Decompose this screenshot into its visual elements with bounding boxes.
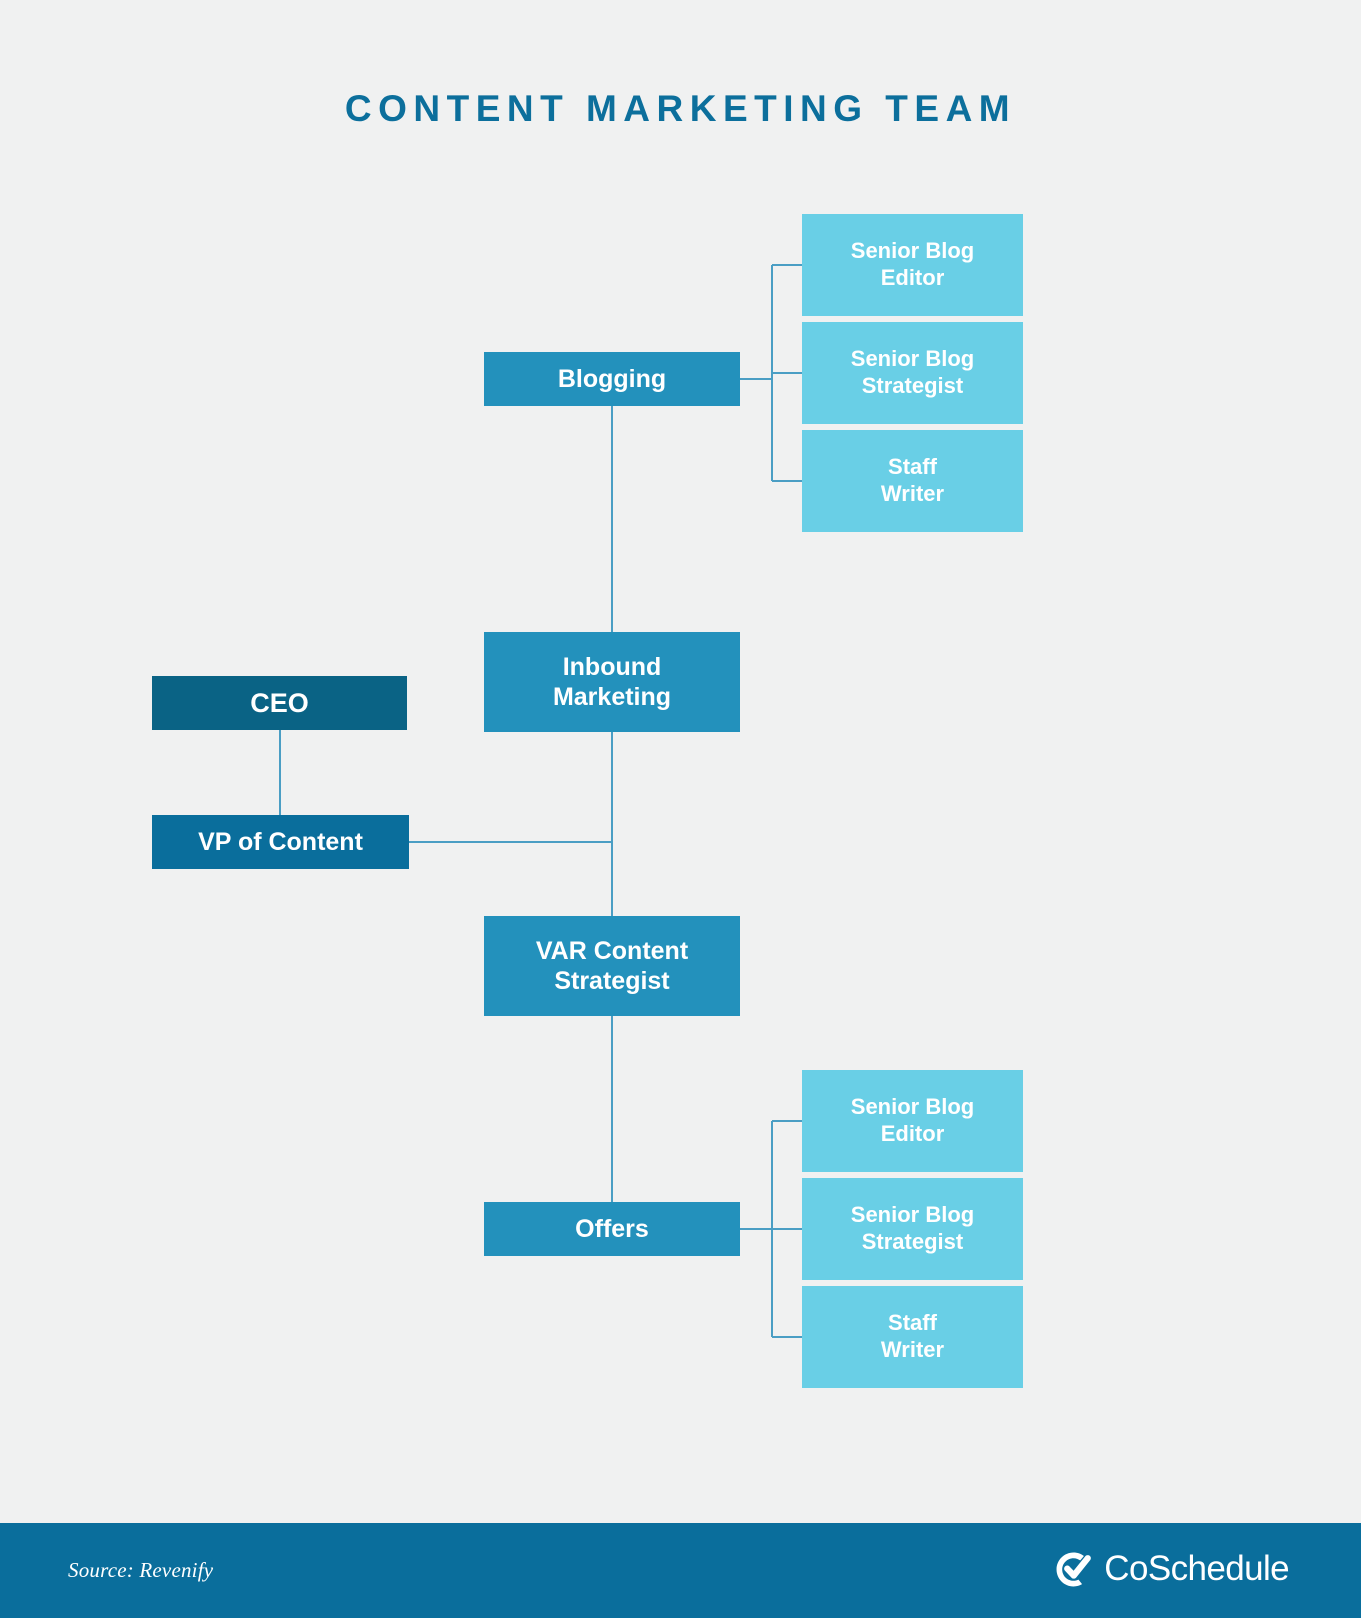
node-ceo[interactable]: CEO: [152, 676, 407, 730]
node-blogging-staff-writer[interactable]: Staff Writer: [802, 430, 1023, 532]
node-vp-of-content[interactable]: VP of Content: [152, 815, 409, 869]
node-blogging-senior-blog-editor[interactable]: Senior Blog Editor: [802, 214, 1023, 316]
node-inbound-marketing[interactable]: Inbound Marketing: [484, 632, 740, 732]
infographic-canvas: CONTENT MARKETING TEAM CEO VP of Content…: [0, 0, 1361, 1618]
node-offers-staff-writer[interactable]: Staff Writer: [802, 1286, 1023, 1388]
node-var-content-strategist[interactable]: VAR Content Strategist: [484, 916, 740, 1016]
source-attribution: Source: Revenify: [68, 1558, 214, 1582]
node-blogging[interactable]: Blogging: [484, 352, 740, 406]
node-offers-senior-blog-editor[interactable]: Senior Blog Editor: [802, 1070, 1023, 1172]
page-title: CONTENT MARKETING TEAM: [344, 88, 1017, 129]
check-circle-icon: [1056, 1552, 1092, 1586]
connector-lines: [279, 264, 802, 1338]
node-offers-senior-blog-strategist[interactable]: Senior Blog Strategist: [802, 1178, 1023, 1280]
node-offers[interactable]: Offers: [484, 1202, 740, 1256]
brand-name: CoSchedule: [1104, 1549, 1289, 1588]
footer-bar: Source: Revenify CoSchedule: [0, 1523, 1361, 1618]
node-blogging-senior-blog-strategist[interactable]: Senior Blog Strategist: [802, 322, 1023, 424]
coschedule-logo[interactable]: CoSchedule: [1054, 1549, 1290, 1589]
